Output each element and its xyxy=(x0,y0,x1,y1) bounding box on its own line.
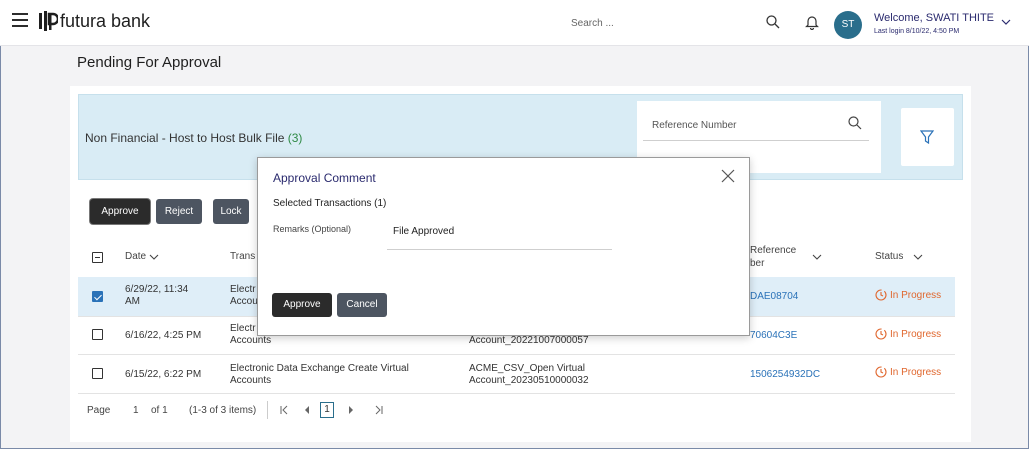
row-file-name: ACME_CSV_Open Virtual xyxy=(469,363,585,374)
remarks-input[interactable] xyxy=(387,214,612,250)
row-checkbox[interactable] xyxy=(92,329,103,340)
clock-icon xyxy=(875,366,887,378)
next-page-icon[interactable] xyxy=(348,406,354,414)
last-login-text: Last login 8/10/22, 4:50 PM xyxy=(874,28,960,35)
row-reference-link[interactable]: DAE08704 xyxy=(750,291,798,303)
search-icon[interactable] xyxy=(766,15,780,29)
chevron-down-icon[interactable] xyxy=(913,254,923,261)
close-icon[interactable] xyxy=(721,169,735,183)
row-date: 6/15/22, 6:22 PM xyxy=(125,369,202,380)
row-date: 6/16/22, 4:25 PM xyxy=(125,330,202,341)
row-transaction-cont: Accounts xyxy=(230,375,272,386)
row-divider xyxy=(78,354,955,355)
status-badge: In Progress xyxy=(875,328,941,340)
lock-button[interactable]: Lock xyxy=(213,199,249,224)
row-file-name: Account_20221007000057 xyxy=(469,335,589,346)
pager-of: of 1 xyxy=(151,405,168,416)
chevron-down-icon[interactable] xyxy=(149,254,159,261)
row-transaction-cont: Accounts xyxy=(230,335,272,346)
pager-page: 1 xyxy=(133,405,139,416)
column-header-transaction[interactable]: Trans xyxy=(230,251,255,262)
approve-button[interactable]: Approve xyxy=(90,199,150,224)
prev-page-icon[interactable] xyxy=(304,406,310,414)
row-transaction: Electr xyxy=(230,323,256,334)
banner-title: Non Financial - Host to Host Bulk File (… xyxy=(85,131,303,145)
row-date: 6/29/22, 11:34 xyxy=(125,284,189,295)
chevron-down-icon[interactable] xyxy=(812,254,822,261)
menu-icon[interactable] xyxy=(12,13,28,27)
column-header-date[interactable]: Date xyxy=(125,251,146,262)
avatar[interactable]: ST xyxy=(834,11,862,39)
pager-divider xyxy=(267,401,268,419)
row-date-cont: AM xyxy=(125,296,140,307)
banner-count: (3) xyxy=(287,131,303,145)
search-icon[interactable] xyxy=(848,116,862,130)
brand-name: futura bank xyxy=(60,11,151,31)
welcome-text[interactable]: Welcome, SWATI THITE xyxy=(874,12,994,24)
row-checkbox[interactable] xyxy=(92,291,103,302)
modal-approve-button[interactable]: Approve xyxy=(272,293,332,317)
select-all-checkbox[interactable] xyxy=(92,252,103,263)
remarks-label: Remarks (Optional) xyxy=(273,224,352,234)
filter-icon[interactable] xyxy=(920,130,934,144)
reject-button[interactable]: Reject xyxy=(156,199,202,224)
row-reference-link[interactable]: 70604C3E xyxy=(750,330,797,342)
reference-underline xyxy=(643,140,869,141)
selected-transactions-text: Selected Transactions (1) xyxy=(273,198,387,209)
bell-icon[interactable] xyxy=(805,14,819,30)
row-transaction: Electr xyxy=(230,284,256,295)
first-page-icon[interactable] xyxy=(279,405,289,415)
last-page-icon[interactable] xyxy=(374,405,384,415)
status-badge: In Progress xyxy=(875,366,941,378)
page-title: Pending For Approval xyxy=(77,54,222,71)
top-header: futura bank Search ... ST Welcome, SWATI… xyxy=(0,0,1029,46)
row-reference-link[interactable]: 1506254932DC xyxy=(750,369,820,381)
row-transaction-cont: Accou xyxy=(230,296,258,307)
row-checkbox[interactable] xyxy=(92,368,103,379)
reference-number-input[interactable]: Reference Number xyxy=(652,120,736,131)
modal-cancel-button[interactable]: Cancel xyxy=(337,293,387,317)
row-divider xyxy=(78,393,955,394)
column-header-status[interactable]: Status xyxy=(875,251,903,262)
search-input[interactable]: Search ... xyxy=(571,18,614,29)
row-file-name-cont: Account_20230510000032 xyxy=(469,375,589,386)
pager-current-page[interactable]: 1 xyxy=(320,402,334,418)
pager-items-count: (1-3 of 3 items) xyxy=(189,405,257,416)
pager-label: Page xyxy=(87,405,111,416)
modal-title: Approval Comment xyxy=(273,171,376,185)
column-header-reference-cont: ber xyxy=(750,258,765,269)
clock-icon xyxy=(875,289,887,301)
bank-logo-icon xyxy=(39,11,58,31)
clock-icon xyxy=(875,328,887,340)
chevron-down-icon[interactable] xyxy=(1001,18,1011,26)
row-transaction: Electronic Data Exchange Create Virtual xyxy=(230,363,409,374)
status-badge: In Progress xyxy=(875,289,941,301)
column-header-reference[interactable]: Reference xyxy=(750,245,796,256)
